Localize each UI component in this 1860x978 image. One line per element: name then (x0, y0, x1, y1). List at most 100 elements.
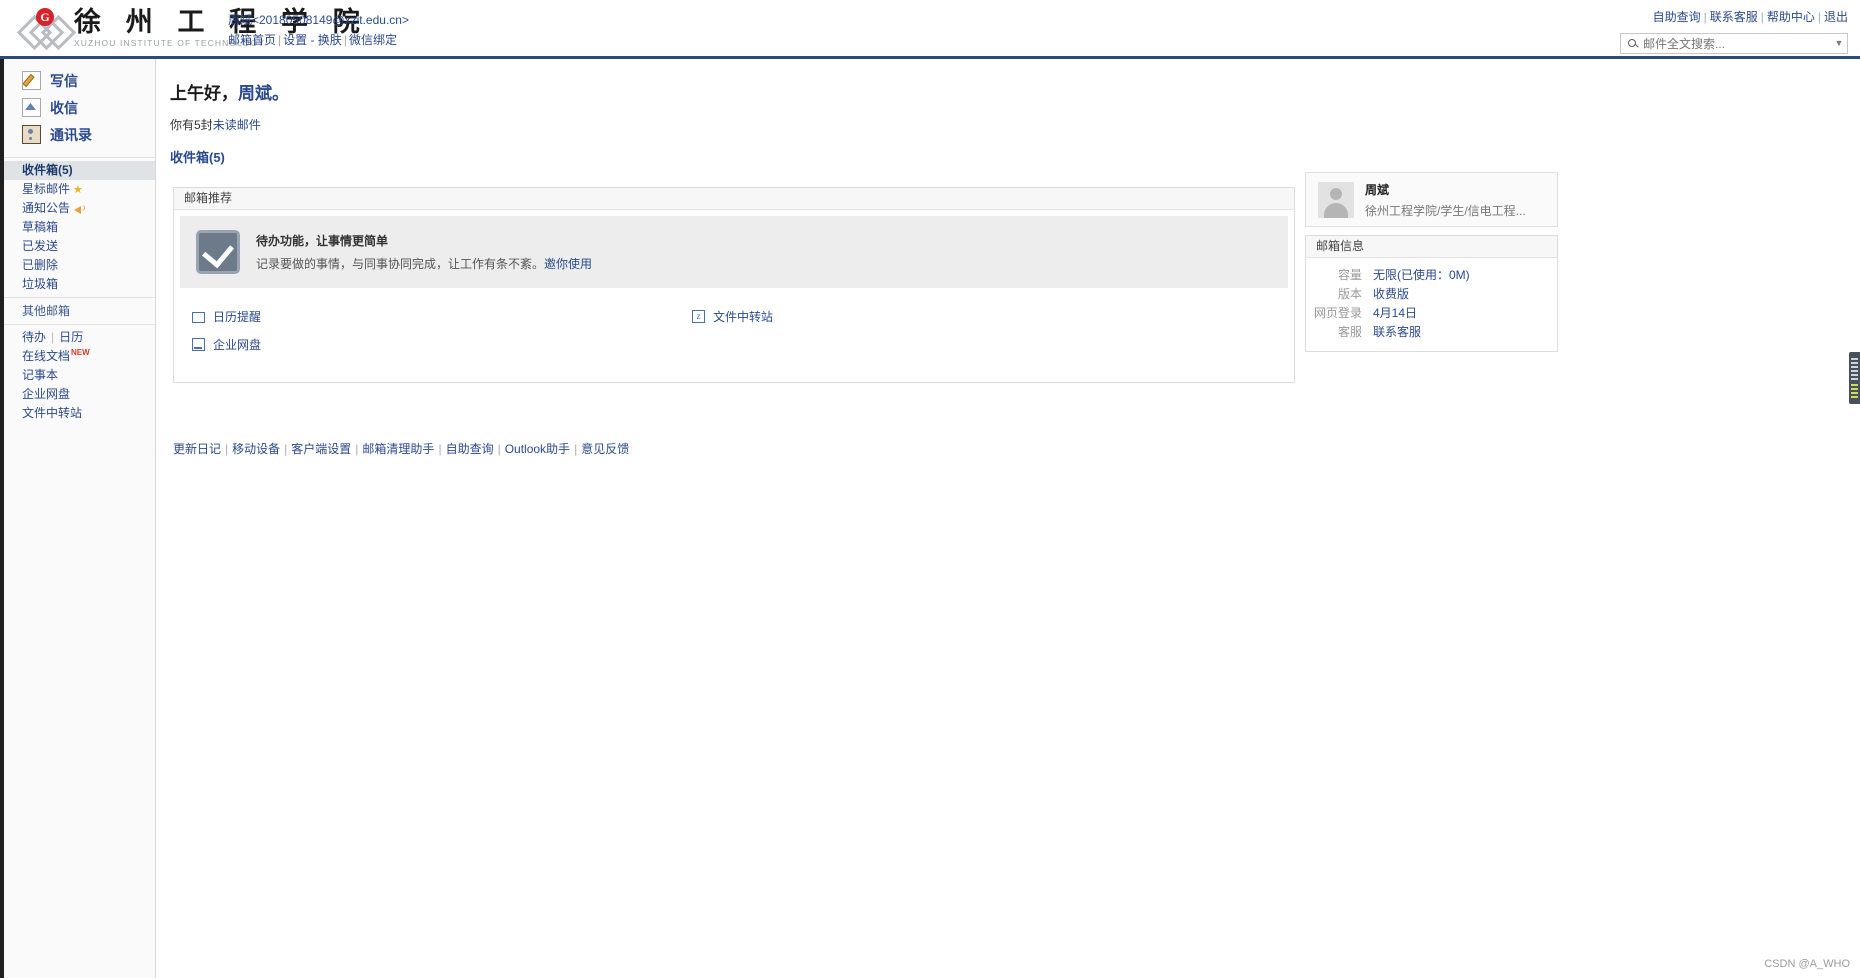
info-value-last-login: 4月14日 (1373, 306, 1418, 320)
sidebar-divider (0, 297, 155, 298)
sidebar-item-notepad[interactable]: 记事本 (22, 366, 58, 385)
side-dock-tab[interactable] (1849, 352, 1860, 404)
footer-link-outlook-assistant[interactable]: Outlook助手 (505, 442, 570, 456)
unread-mail-link[interactable]: 未读邮件 (213, 118, 261, 132)
calendar-icon (191, 309, 205, 323)
inbox-shortcut: 收件箱(5) (170, 147, 1860, 166)
sidebar-folders: 收件箱(5) 星标邮件 ★ 通知公告 草稿箱 已发送 已删除 垃圾箱 (0, 161, 155, 294)
sidebar-tools-row: 待办 | 日历 (0, 328, 155, 347)
sidebar-item-drafts[interactable]: 草稿箱 (0, 218, 155, 237)
recommend-link-label: 文件中转站 (713, 309, 774, 324)
receive-mail-icon (22, 98, 41, 117)
sidebar-item-todo[interactable]: 待办 (22, 328, 46, 347)
search-input[interactable] (1641, 36, 1831, 51)
recommend-links: 日历提醒 企业网盘 z 文件中转站 (174, 294, 1294, 382)
sidebar-item-label: 写信 (50, 72, 78, 89)
sidebar-tools-row: 记事本 (0, 366, 155, 385)
greeting-prefix: 上午好， (170, 84, 238, 103)
sidebar-item-other-mailbox[interactable]: 其他邮箱 (0, 301, 155, 321)
sidebar-item-inbox[interactable]: 收件箱(5) (0, 161, 155, 180)
recommend-links-right: z 文件中转站 (692, 302, 773, 330)
info-key: 客服 (1337, 325, 1362, 339)
sidebar-tools-row: 文件中转站 (0, 404, 155, 423)
footer-link-cleanup-assistant[interactable]: 邮箱清理助手 (362, 442, 434, 456)
info-value-support-link[interactable]: 联系客服 (1373, 323, 1421, 342)
greeting-name: 周斌。 (238, 84, 289, 103)
sidebar-item-starred[interactable]: 星标邮件 ★ (0, 180, 155, 199)
sidebar-main-nav: 写信 收信 通讯录 (0, 59, 155, 154)
sidebar-item-compose[interactable]: 写信 (0, 67, 155, 94)
link-contact-support[interactable]: 联系客服 (1710, 10, 1758, 24)
unread-summary: 你有5封未读邮件 (170, 116, 1860, 133)
sidebar-item-contacts[interactable]: 通讯录 (0, 121, 155, 148)
promo-description: 记录要做的事情，与同事协同完成，让工作有条不紊。邀你使用 (256, 255, 592, 272)
info-value-capacity: 无限(已使用：0M) (1373, 268, 1470, 282)
recommend-panel: 邮箱推荐 待办功能，让事情更简单 记录要做的事情，与同事协同完成，让工作有条不紊… (173, 187, 1295, 383)
main-content: 上午好，周斌。 你有5封未读邮件 收件箱(5) 邮箱推荐 待办功能，让事情更简单… (156, 59, 1860, 978)
link-settings-skin[interactable]: 设置 - 换肤 (283, 33, 342, 47)
sidebar-divider (0, 324, 155, 325)
chevron-down-icon[interactable]: ▼ (1831, 35, 1847, 52)
new-badge: NEW (71, 348, 90, 357)
compose-icon (22, 71, 41, 90)
footer-link-client-settings[interactable]: 客户端设置 (291, 442, 351, 456)
sidebar-tools: 待办 | 日历 在线文档NEW 记事本 企业网盘 文件中转站 (0, 328, 155, 423)
sidebar-item-label: 通讯录 (50, 126, 92, 143)
top-right-links: 自助查询 | 联系客服 | 帮助中心 | 退出 (1652, 10, 1848, 24)
profile-card[interactable]: 周斌 徐州工程学院/学生/信电工程... (1305, 172, 1558, 227)
megaphone-icon (74, 204, 86, 214)
recommend-link-disk[interactable]: 企业网盘 (192, 330, 261, 358)
info-row: 容量 无限(已使用：0M) (1306, 266, 1557, 285)
footer-link-mobile[interactable]: 移动设备 (232, 442, 280, 456)
inbox-shortcut-link[interactable]: 收件箱(5) (170, 150, 225, 165)
sidebar: 写信 收信 通讯录 收件箱(5) 星标邮件★ 通知公告 草稿箱 已发送 已删除 (0, 59, 156, 978)
sidebar-item-enterprise-disk[interactable]: 企业网盘 (22, 385, 70, 404)
link-wechat-bind[interactable]: 微信绑定 (349, 33, 397, 47)
promo-invite-link[interactable]: 邀你使用 (544, 257, 592, 271)
logo-badge: G (36, 8, 54, 26)
sidebar-item-label: 在线文档 (22, 349, 71, 363)
star-icon: ★ (73, 184, 83, 196)
recommend-link-calendar[interactable]: 日历提醒 (191, 302, 261, 330)
link-logout[interactable]: 退出 (1824, 10, 1848, 24)
sidebar-item-online-doc[interactable]: 在线文档 (22, 347, 70, 366)
sidebar-item-label: 收信 (50, 99, 78, 116)
footer-link-self-service[interactable]: 自助查询 (446, 442, 494, 456)
sidebar-item-label: 通知公告 (22, 201, 71, 215)
recommend-link-file-relay[interactable]: z 文件中转站 (692, 302, 773, 330)
sidebar-item-trash[interactable]: 垃圾箱 (0, 275, 155, 294)
sidebar-divider (0, 157, 155, 158)
sidebar-item-deleted[interactable]: 已删除 (0, 256, 155, 275)
sidebar-item-label: 星标邮件 (22, 182, 71, 196)
mailbox-info-rows: 容量 无限(已使用：0M) 版本 收费版 网页登录 4月14日 客服 联系客服 (1306, 258, 1557, 351)
sidebar-item-announcements[interactable]: 通知公告 (0, 199, 155, 218)
search-box[interactable]: ▼ (1620, 33, 1848, 54)
footer-links: 更新日记 | 移动设备 | 客户端设置 | 邮箱清理助手 | 自助查询 | Outlook助手 | 意见… (173, 442, 630, 456)
account-block: 周斌<20180508149@xzit.edu.cn> 邮箱首页 | 设置 - 换肤… (228, 10, 409, 50)
promo-banner[interactable]: 待办功能，让事情更简单 记录要做的事情，与同事协同完成，让工作有条不紊。邀你使用 (180, 216, 1288, 288)
footer-link-feedback[interactable]: 意见反馈 (581, 442, 629, 456)
logo-mark-icon: G (16, 8, 77, 51)
sidebar-item-calendar[interactable]: 日历 (59, 328, 83, 347)
account-address: 周斌<20180508149@xzit.edu.cn> (228, 13, 409, 27)
info-row: 客服 联系客服 (1306, 323, 1557, 342)
info-row: 版本 收费版 (1306, 285, 1557, 304)
recommend-panel-title: 邮箱推荐 (174, 188, 1294, 210)
link-self-service[interactable]: 自助查询 (1653, 10, 1701, 24)
sidebar-tools-row: 在线文档NEW (0, 347, 155, 366)
promo-desc-text: 记录要做的事情，与同事协同完成，让工作有条不紊。 (256, 257, 545, 271)
greeting-heading: 上午好，周斌。 (170, 79, 1860, 104)
sidebar-item-sent[interactable]: 已发送 (0, 237, 155, 256)
link-help-center[interactable]: 帮助中心 (1767, 10, 1815, 24)
watermark: CSDN @A_WHO (1764, 958, 1850, 970)
link-mail-home[interactable]: 邮箱首页 (228, 33, 276, 47)
recommend-link-label: 企业网盘 (213, 337, 262, 352)
footer-link-changelog[interactable]: 更新日记 (173, 442, 221, 456)
info-key: 网页登录 (1313, 306, 1362, 320)
disk-icon (192, 337, 205, 351)
sidebar-item-file-relay[interactable]: 文件中转站 (22, 404, 82, 423)
profile-name: 周斌 (1365, 182, 1390, 197)
sidebar-item-receive[interactable]: 收信 (0, 94, 155, 121)
mailbox-info-title: 邮箱信息 (1306, 236, 1557, 258)
search-icon (1625, 36, 1641, 52)
